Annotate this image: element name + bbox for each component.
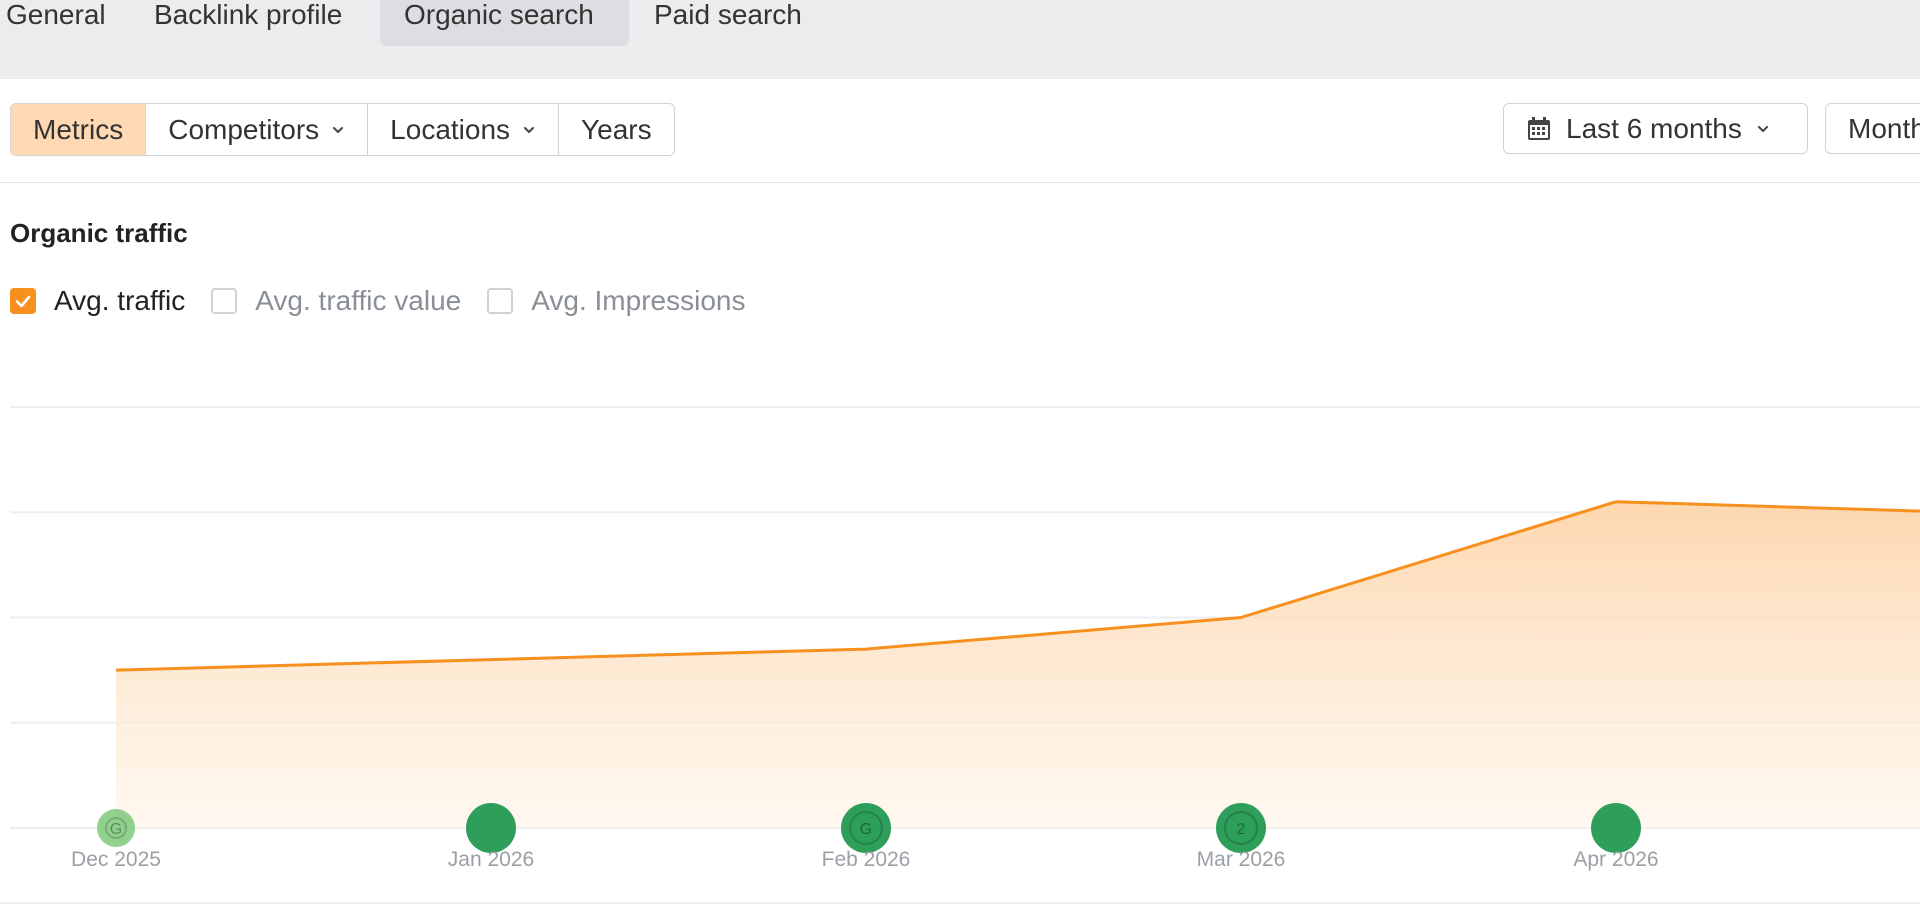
annotation-marker-label: G bbox=[110, 821, 122, 838]
x-tick-label: Apr 2026 bbox=[1573, 848, 1658, 871]
x-tick-label: Feb 2026 bbox=[822, 848, 911, 871]
chevron-down-icon bbox=[333, 126, 344, 133]
organic-traffic-chart: G G 2 Dec 2025 Jan 2026 Feb 2026 Mar 2026 Apr … bbox=[10, 406, 1920, 871]
annotation-marker-label: 2 bbox=[1237, 821, 1246, 838]
annotation-marker bbox=[1591, 803, 1641, 853]
granularity-label: Monthly bbox=[1848, 112, 1920, 144]
metrics-button[interactable]: Metrics bbox=[11, 104, 147, 155]
competitors-dropdown[interactable]: Competitors bbox=[146, 104, 369, 155]
avg-impressions-label: Avg. Impressions bbox=[531, 285, 746, 316]
x-tick-label: Jan 2026 bbox=[448, 848, 534, 871]
checkbox-empty-icon bbox=[487, 288, 514, 314]
tab-backlink-profile[interactable]: Backlink profile bbox=[130, 0, 366, 46]
chevron-down-icon bbox=[524, 126, 535, 133]
checkbox-empty-icon bbox=[211, 288, 238, 314]
years-button[interactable]: Years bbox=[559, 104, 674, 155]
bottom-divider bbox=[0, 902, 1920, 904]
calendar-icon bbox=[1528, 116, 1550, 140]
locations-label: Locations bbox=[390, 114, 511, 145]
tab-general[interactable]: General bbox=[0, 0, 130, 46]
locations-dropdown[interactable]: Locations bbox=[368, 104, 560, 155]
x-tick-label: Mar 2026 bbox=[1197, 848, 1286, 871]
view-segmented-control: Metrics Competitors Locations Years bbox=[10, 103, 675, 156]
avg-traffic-value-toggle[interactable]: Avg. traffic value bbox=[211, 285, 461, 317]
avg-impressions-toggle[interactable]: Avg. Impressions bbox=[487, 285, 745, 317]
annotation-marker bbox=[466, 803, 516, 853]
granularity-dropdown[interactable]: Monthly bbox=[1825, 103, 1920, 154]
avg-traffic-label: Avg. traffic bbox=[54, 285, 186, 316]
avg-traffic-value-label: Avg. traffic value bbox=[255, 285, 462, 316]
report-tab-bar: General Backlink profile Organic search … bbox=[0, 0, 1920, 79]
years-label: Years bbox=[581, 114, 652, 145]
chart-toolbar: Metrics Competitors Locations Years Last… bbox=[0, 79, 1920, 183]
chevron-down-icon bbox=[1757, 125, 1768, 132]
checkbox-checked-icon bbox=[10, 288, 36, 314]
avg-traffic-toggle[interactable]: Avg. traffic bbox=[10, 285, 185, 317]
metric-legend: Avg. traffic Avg. traffic value Avg. Imp… bbox=[10, 285, 771, 317]
date-range-dropdown[interactable]: Last 6 months bbox=[1503, 103, 1808, 154]
date-range-label: Last 6 months bbox=[1566, 112, 1742, 144]
tab-paid-search[interactable]: Paid search bbox=[630, 0, 826, 46]
metrics-label: Metrics bbox=[33, 114, 124, 145]
competitors-label: Competitors bbox=[168, 114, 320, 145]
tab-organic-search[interactable]: Organic search bbox=[380, 0, 629, 46]
annotation-marker-label: G bbox=[860, 821, 872, 838]
x-tick-label: Dec 2025 bbox=[71, 848, 161, 871]
section-title: Organic traffic bbox=[10, 218, 188, 248]
series-area-avg-traffic bbox=[116, 501, 1920, 828]
